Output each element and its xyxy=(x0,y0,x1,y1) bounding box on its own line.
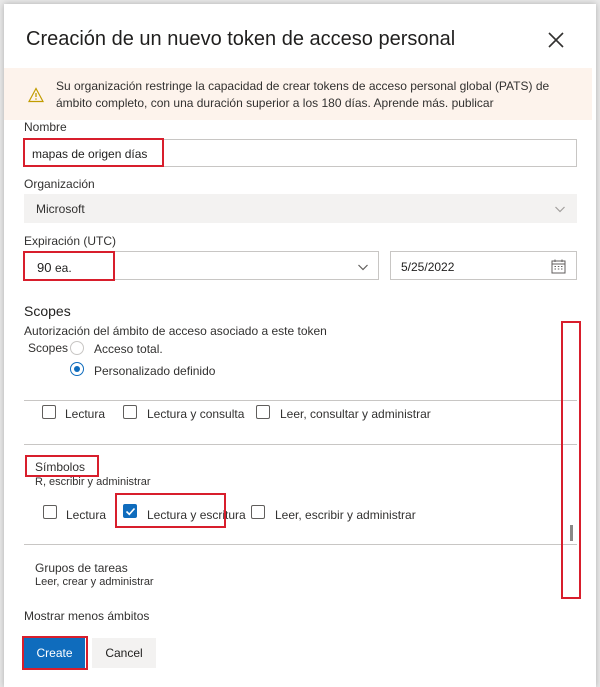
checkbox-symbols-read-label: Lectura xyxy=(66,508,107,522)
organization-value: Microsoft xyxy=(36,202,85,216)
expiration-date-field[interactable]: 5/25/2022 xyxy=(390,251,577,280)
checkbox-symbols-read-write-manage[interactable] xyxy=(251,505,265,519)
annotation-read-write-box xyxy=(115,493,226,528)
divider xyxy=(24,400,577,401)
task-groups-subtitle: Leer, crear y administrar xyxy=(35,576,154,588)
scopes-heading: Scopes xyxy=(24,303,71,319)
radio-custom-defined-label: Personalizado definido xyxy=(94,364,216,378)
checkbox-read-query-manage[interactable] xyxy=(256,405,270,419)
symbols-subtitle: R, escribir y administrar xyxy=(35,476,151,488)
date-value: 5/25/2022 xyxy=(401,260,455,274)
checkbox-read-query[interactable] xyxy=(123,405,137,419)
divider xyxy=(24,444,577,445)
warning-banner: Su organización restringe la capacidad d… xyxy=(4,68,592,120)
chevron-down-icon xyxy=(358,264,368,271)
annotation-create-box xyxy=(22,636,88,670)
scopes-description: Autorización del ámbito de acceso asocia… xyxy=(24,324,327,338)
dialog-title: Creación de un nuevo token de acceso per… xyxy=(26,28,456,50)
annotation-duration-box xyxy=(23,251,115,281)
checkbox-symbols-read[interactable] xyxy=(43,505,57,519)
annotation-name-box xyxy=(23,138,164,167)
scopes-radio-label: Scopes xyxy=(28,341,69,355)
radio-full-access[interactable] xyxy=(70,341,84,355)
organization-label: Organización xyxy=(24,177,95,191)
annotation-symbols-box xyxy=(25,455,99,477)
divider xyxy=(24,544,577,545)
banner-text: Su organización restringe la capacidad d… xyxy=(56,79,550,110)
task-groups-title: Grupos de tareas xyxy=(35,561,128,575)
radio-custom-defined[interactable] xyxy=(70,362,84,376)
annotation-scrollbar-box xyxy=(561,321,581,599)
show-less-scopes-link[interactable]: Mostrar menos ámbitos xyxy=(24,609,149,623)
create-token-dialog: Creación de un nuevo token de acceso per… xyxy=(4,4,596,687)
radio-full-access-label: Acceso total. xyxy=(94,342,163,356)
organization-select[interactable]: Microsoft xyxy=(24,194,577,223)
expiration-label: Expiración (UTC) xyxy=(24,234,117,248)
cancel-button[interactable]: Cancel xyxy=(92,638,156,668)
checkbox-read-query-label: Lectura y consulta xyxy=(147,407,245,421)
calendar-icon[interactable] xyxy=(551,259,566,274)
checkbox-read-query-manage-label: Leer, consultar y administrar xyxy=(280,407,431,421)
close-icon[interactable] xyxy=(544,28,568,52)
checkbox-read[interactable] xyxy=(42,405,56,419)
checkbox-symbols-read-write-manage-label: Leer, escribir y administrar xyxy=(275,508,416,522)
warning-icon xyxy=(28,87,44,103)
name-label: Nombre xyxy=(24,120,67,134)
chevron-down-icon xyxy=(555,206,565,213)
checkbox-read-label: Lectura xyxy=(65,407,106,421)
